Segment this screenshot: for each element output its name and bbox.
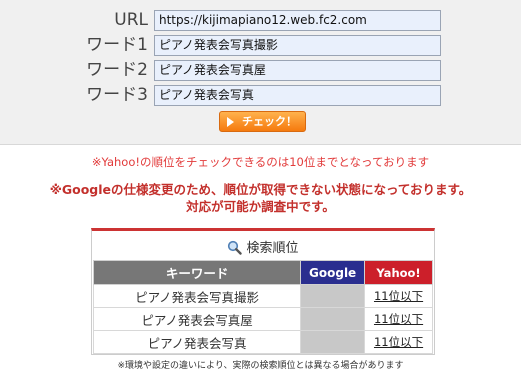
google-warning: ※Googleの仕様変更のため、順位が取得できない状態になっております。 対応が… [0,181,521,215]
google-warning-line2: 対応が可能か調査中です。 [186,199,335,214]
word2-input[interactable]: ピアノ発表会写真屋 [154,60,441,81]
word1-row: ワード1 ピアノ発表会写真撮影 [0,35,521,56]
check-button[interactable]: チェック！ [219,111,306,132]
play-arrow-icon [227,117,234,127]
google-rank-cell [300,307,366,331]
table-row: ピアノ発表会写真屋 11位以下 [92,307,433,331]
ranking-title: 検索順位 [92,237,434,259]
yahoo-column-header: Yahoo! [364,260,433,285]
yahoo-rank-link[interactable]: 11位以下 [374,289,423,303]
keyword-cell: ピアノ発表会写真屋 [92,307,302,331]
yahoo-rank-cell: 11位以下 [364,330,433,354]
ranking-panel: 検索順位 キーワード Google Yahoo! ピアノ発表会写真撮影 11位以… [91,228,435,355]
url-input[interactable]: https://kijimapiano12.web.fc2.com [154,10,441,31]
yahoo-limit-notice: ※Yahoo!の順位をチェックできるのは10位までとなっております [91,155,430,169]
keyword-column-header: キーワード [92,260,302,285]
keyword-cell: ピアノ発表会写真撮影 [92,284,302,308]
google-rank-cell [300,330,366,354]
word1-input[interactable]: ピアノ発表会写真撮影 [154,35,441,56]
google-column-header: Google [300,260,366,285]
word3-input[interactable]: ピアノ発表会写真 [154,85,441,106]
yahoo-rank-cell: 11位以下 [364,307,433,331]
ranking-title-text: 検索順位 [246,241,299,256]
table-row: ピアノ発表会写真 11位以下 [92,330,433,354]
google-warning-line1: ※Googleの仕様変更のため、順位が取得できない状態になっております。 [49,182,472,197]
word1-label: ワード1 [86,35,148,55]
url-row: URL https://kijimapiano12.web.fc2.com [0,10,521,31]
magnifier-icon [227,240,243,259]
search-form: URL https://kijimapiano12.web.fc2.com ワー… [0,0,521,145]
table-row: ピアノ発表会写真撮影 11位以下 [92,284,433,308]
check-button-label: チェック！ [242,115,297,128]
word3-label: ワード3 [86,85,148,105]
ranking-header-row: キーワード Google Yahoo! [92,260,433,285]
yahoo-rank-cell: 11位以下 [364,284,433,308]
google-rank-cell [300,284,366,308]
word3-row: ワード3 ピアノ発表会写真 [0,85,521,106]
url-label: URL [114,10,148,30]
keyword-cell: ピアノ発表会写真 [92,330,302,354]
word2-row: ワード2 ピアノ発表会写真屋 [0,60,521,81]
ranking-disclaimer: ※環境や設定の違いにより、実際の検索順位とは異なる場合があります [117,361,404,370]
word2-label: ワード2 [86,60,148,80]
yahoo-rank-link[interactable]: 11位以下 [374,312,423,326]
ranking-table: キーワード Google Yahoo! ピアノ発表会写真撮影 11位以下 ピアノ… [92,260,433,354]
yahoo-rank-link[interactable]: 11位以下 [374,335,423,349]
